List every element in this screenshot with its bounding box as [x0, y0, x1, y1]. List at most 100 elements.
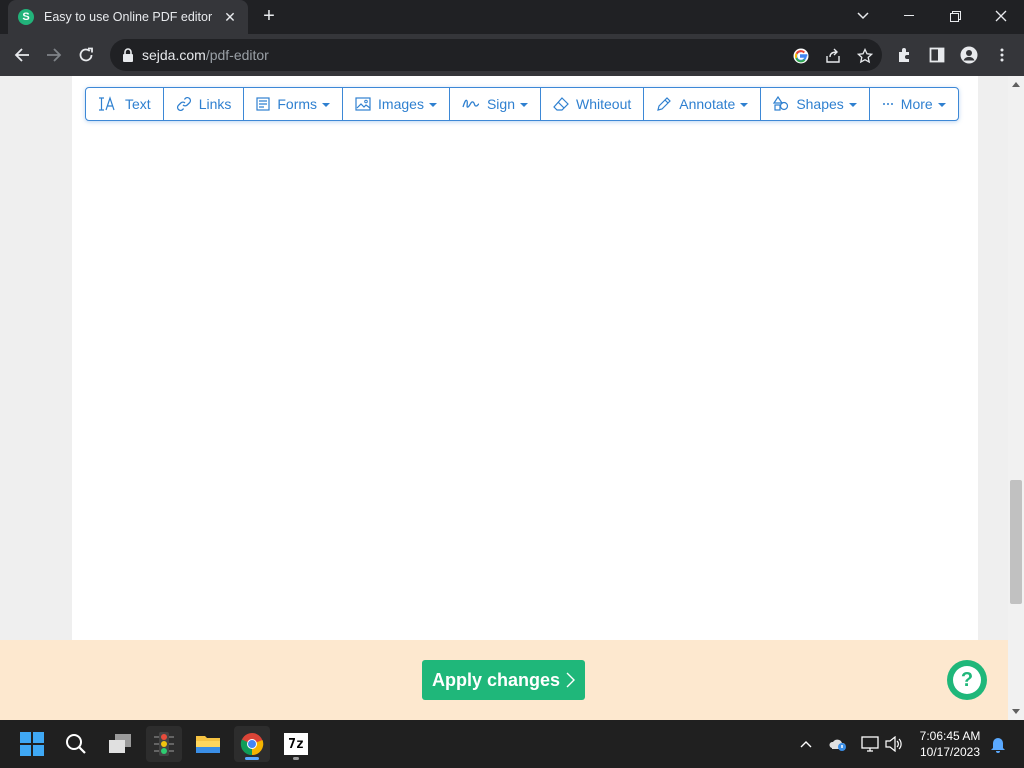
eraser-icon [553, 97, 569, 111]
text-tool-button[interactable]: Text [86, 88, 164, 120]
profile-button[interactable] [960, 46, 978, 64]
windows-taskbar: 7z 7:06:45 AM 10/17/2023 [0, 720, 1024, 768]
volume-tray-button[interactable] [884, 734, 904, 754]
page-scrollbar[interactable] [1008, 76, 1024, 720]
apply-bar: Apply changes ? [0, 640, 1008, 720]
system-clock[interactable]: 7:06:45 AM 10/17/2023 [912, 728, 988, 760]
extensions-button[interactable] [896, 46, 914, 64]
images-tool-button[interactable]: Images [343, 88, 450, 120]
apply-changes-label: Apply changes [431, 669, 561, 690]
forms-tool-button[interactable]: Forms [244, 88, 344, 120]
caret-down-icon [848, 103, 857, 107]
task-view-icon [109, 734, 131, 753]
google-icon [793, 48, 809, 64]
address-bar[interactable]: sejda.com/pdf-editor [110, 39, 882, 71]
scroll-down-arrow-icon[interactable] [1012, 709, 1020, 714]
close-icon [995, 10, 1007, 22]
onedrive-tray-button[interactable] [828, 734, 848, 754]
new-tab-button[interactable]: + [258, 6, 280, 28]
bookmark-button[interactable] [856, 47, 874, 65]
text-icon [99, 96, 115, 111]
images-tool-label: Images [378, 96, 424, 112]
pdf-page[interactable] [72, 76, 978, 640]
pen-icon [657, 97, 672, 111]
annotate-tool-button[interactable]: Annotate [644, 88, 762, 120]
extensions-icon [899, 48, 909, 62]
shapes-tool-label: Shapes [796, 96, 844, 112]
tab-search-button[interactable] [840, 0, 886, 32]
text-tool-label: Text [125, 96, 151, 112]
scrollbar-thumb[interactable] [1010, 480, 1022, 604]
reload-button[interactable] [73, 42, 99, 68]
sign-tool-label: Sign [486, 96, 515, 112]
reload-icon [79, 47, 93, 62]
signature-icon [462, 99, 480, 108]
star-icon [857, 48, 873, 64]
more-tool-label: More [900, 96, 933, 112]
volume-icon [885, 736, 902, 752]
profile-icon [960, 46, 978, 64]
minimize-icon [904, 15, 914, 16]
shapes-tool-button[interactable]: Shapes [761, 88, 870, 120]
chrome-menu-button[interactable] [993, 46, 1011, 64]
links-tool-label: Links [198, 96, 232, 112]
task-view-button[interactable] [102, 726, 138, 762]
annotate-tool-label: Annotate [679, 96, 736, 112]
sign-tool-button[interactable]: Sign [450, 88, 541, 120]
chrome-icon [240, 733, 264, 756]
page-viewport: Text Links Forms Images Sign Whiteout An… [0, 76, 1008, 720]
image-icon [355, 97, 371, 111]
taskbar-search-button[interactable] [58, 726, 94, 762]
links-tool-button[interactable]: Links [164, 88, 245, 120]
menu-icon [1000, 48, 1004, 62]
link-icon [176, 96, 191, 112]
file-explorer-icon [196, 736, 220, 753]
caret-down-icon [428, 103, 437, 107]
notifications-button[interactable] [988, 734, 1008, 754]
caret-down-icon [740, 103, 749, 107]
search-icon [66, 734, 86, 754]
lock-icon[interactable] [122, 48, 134, 62]
chevron-right-icon [566, 672, 576, 688]
minimize-button[interactable] [886, 0, 932, 32]
url-path: /pdf-editor [205, 47, 269, 63]
forms-icon [256, 97, 270, 111]
taskbar-app-file-explorer[interactable] [190, 726, 226, 762]
apply-changes-button[interactable]: Apply changes [422, 660, 585, 700]
7zip-icon: 7z [284, 733, 308, 755]
arrow-right-icon [47, 48, 62, 62]
whiteout-tool-button[interactable]: Whiteout [541, 88, 645, 120]
back-button[interactable] [9, 42, 35, 68]
network-icon [861, 736, 879, 752]
taskbar-app-7zip[interactable]: 7z [278, 726, 314, 762]
start-button[interactable] [14, 726, 50, 762]
help-button[interactable]: ? [947, 660, 987, 700]
network-tray-button[interactable] [860, 734, 880, 754]
restore-button[interactable] [932, 0, 978, 32]
more-tool-button[interactable]: More [870, 88, 958, 120]
taskbar-app-chrome[interactable] [234, 726, 270, 762]
onedrive-icon [829, 739, 846, 751]
restore-icon [949, 10, 961, 22]
tab-title: Easy to use Online PDF editor [44, 10, 213, 24]
caret-down-icon [937, 103, 946, 107]
caret-down-icon [322, 103, 331, 107]
close-window-button[interactable] [978, 0, 1024, 32]
sejda-favicon-icon: S [18, 9, 34, 25]
url-host: sejda.com [142, 47, 206, 63]
shapes-icon [773, 96, 789, 111]
share-button[interactable] [824, 47, 842, 65]
browser-tab[interactable]: S Easy to use Online PDF editor ✕ [8, 0, 248, 34]
editor-toolbar: Text Links Forms Images Sign Whiteout An… [85, 87, 959, 121]
tab-close-icon[interactable]: ✕ [222, 9, 238, 26]
taskbar-app-traffic-light[interactable] [146, 726, 182, 762]
forward-button[interactable] [41, 42, 67, 68]
notification-icon [991, 738, 1005, 753]
clock-date: 10/17/2023 [919, 745, 981, 759]
show-hidden-icons-button[interactable] [796, 734, 816, 754]
ellipsis-icon [882, 103, 893, 105]
side-panel-button[interactable] [928, 46, 946, 64]
google-lens-button[interactable] [792, 47, 810, 65]
scroll-up-arrow-icon[interactable] [1012, 82, 1020, 87]
chevron-up-icon [800, 741, 812, 748]
